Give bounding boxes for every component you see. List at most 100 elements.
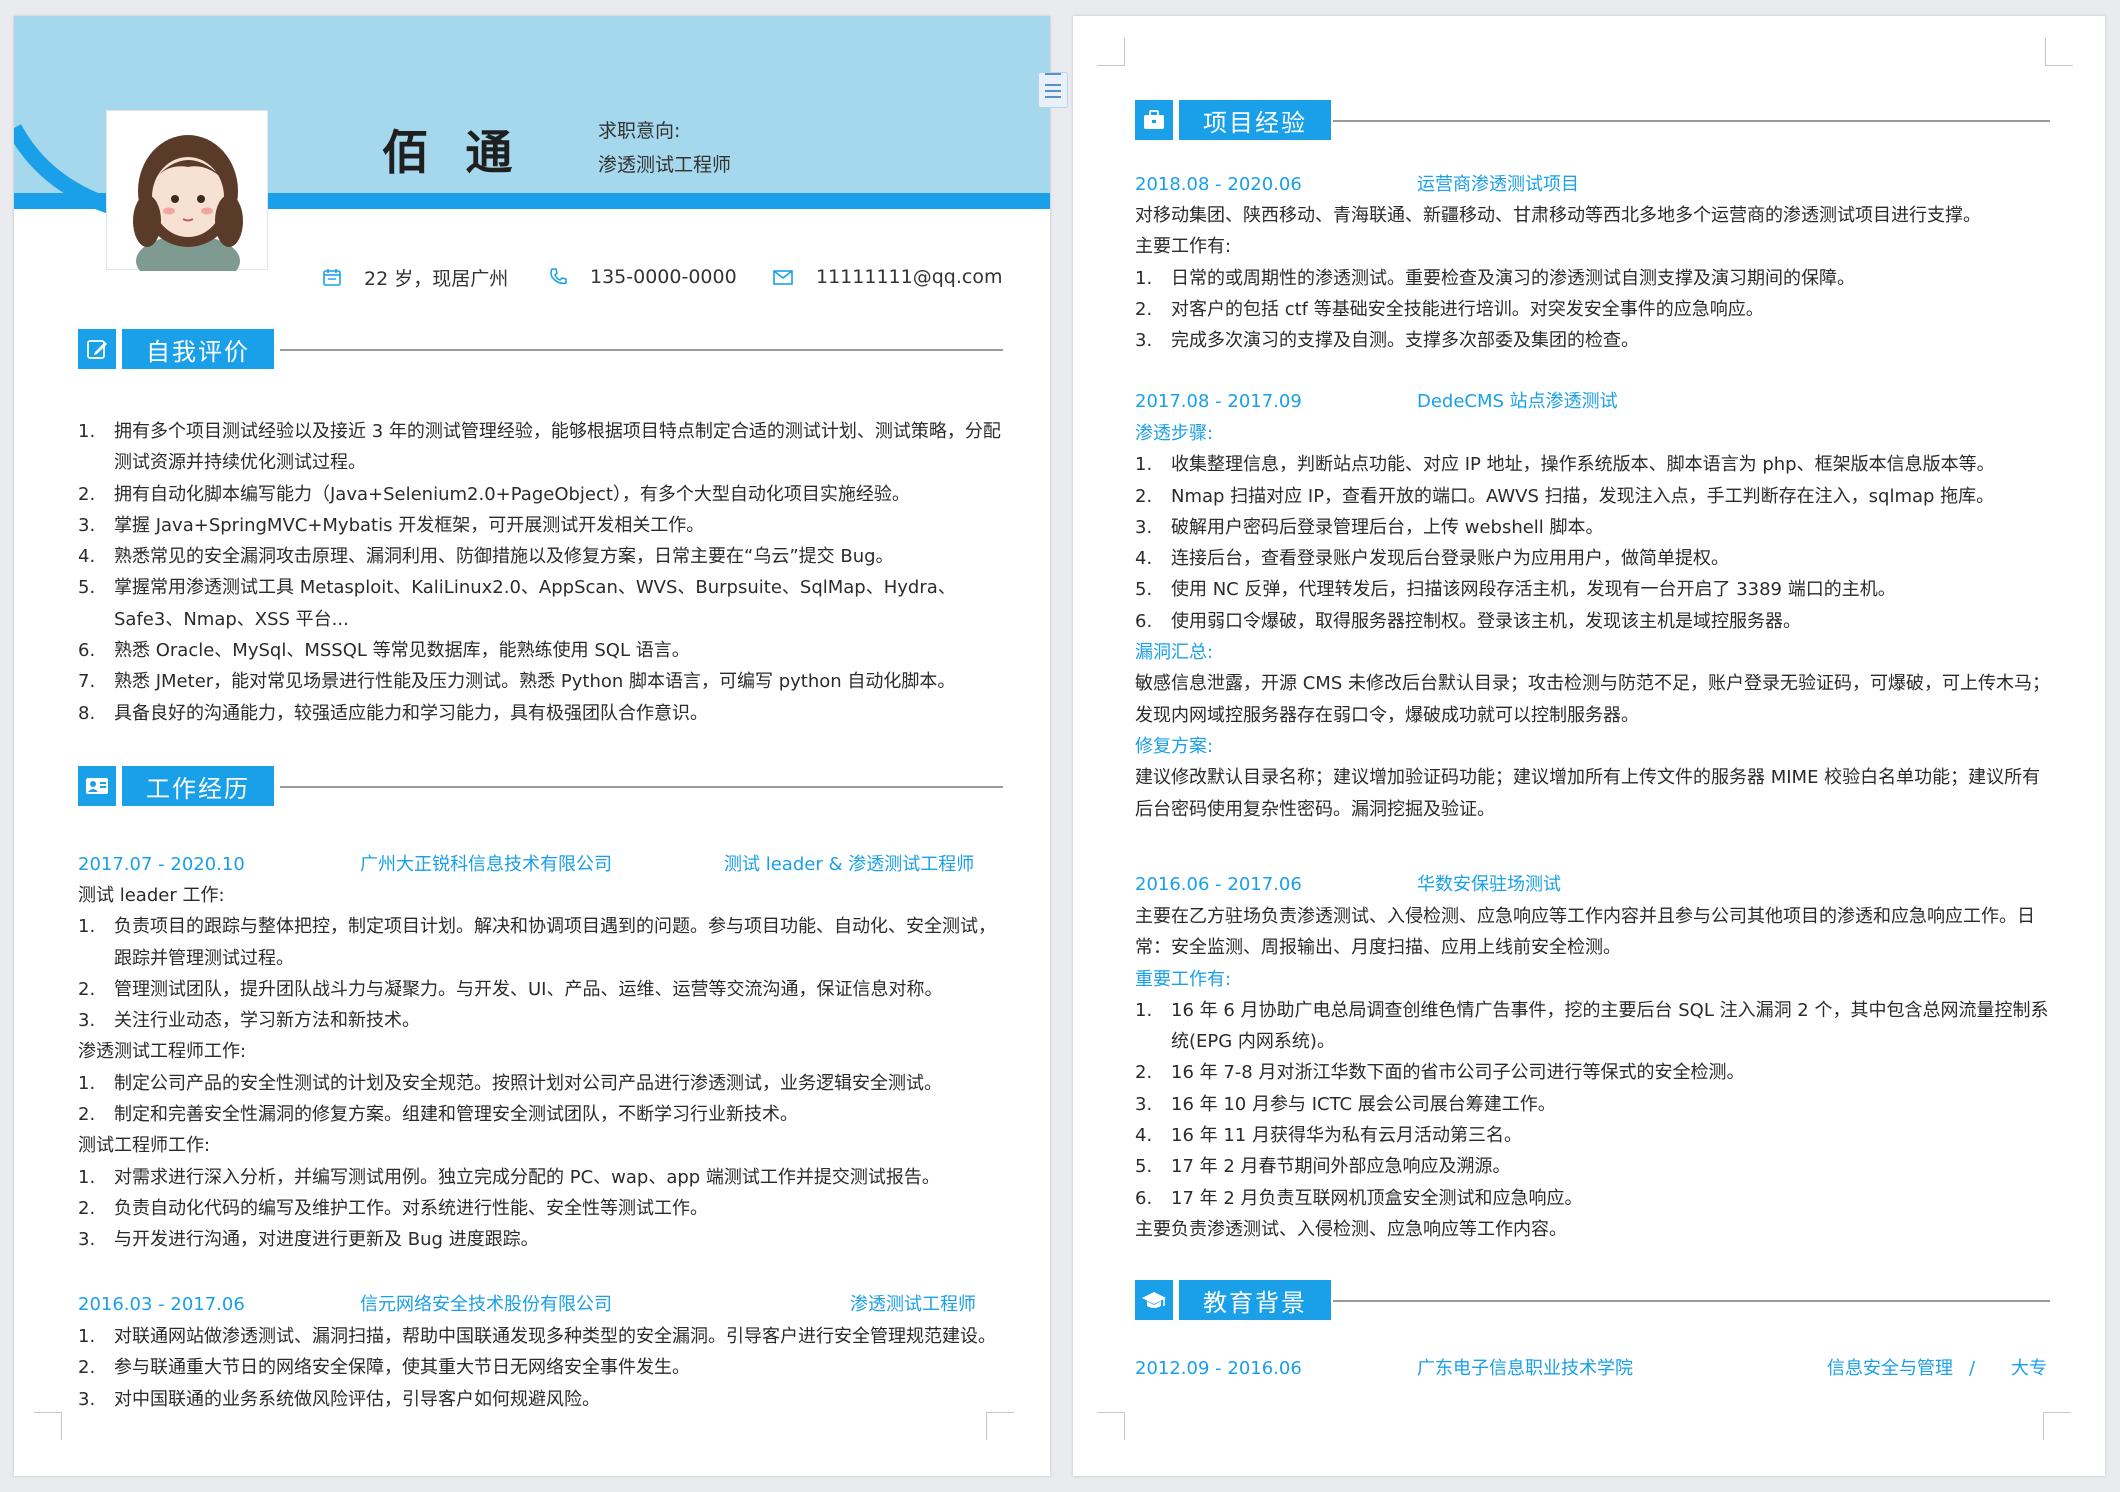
phone-text: 135-0000-0000 — [590, 266, 737, 288]
list-item: 2. 管理测试团队，提升团队战斗力与凝聚力。与开发、UI、产品、运维、运营等交流沟… — [78, 978, 943, 1000]
project1-name: 运营商渗透测试项目 — [1417, 174, 1579, 195]
project2-details: 渗透步骤: 1. 收集整理信息，判断站点功能、对应 IP 地址，操作系统版本、脚本… — [1135, 418, 2055, 825]
list-item: 1. 16 年 6 月协助广电总局调查创维色情广告事件，挖的主要后台 SQL 注入… — [1135, 999, 2049, 1053]
project3-name: 华数安保驻场测试 — [1417, 874, 1561, 895]
list-item: 4. 16 年 11 月获得华为私有云月活动第三名。 — [1135, 1125, 1522, 1147]
project3-details: 主要在乙方驻场负责渗透测试、入侵检测、应急响应等工作内容并且参与公司其他项目的渗… — [1135, 901, 2055, 1245]
id-card-icon — [86, 778, 108, 794]
list-item: 3. 关注行业动态，学习新方法和新技术。 — [78, 1010, 420, 1032]
section-rule — [1333, 120, 2050, 122]
list-item: 8. 具备良好的沟通能力，较强适应能力和学习能力，具有极强团队合作意识。 — [78, 702, 708, 724]
fix-label: 修复方案: — [1135, 735, 1214, 757]
group-list: 1. 负责项目的跟踪与整体把控，制定项目计划。解决和协调项目遇到的问题。参与项目功… — [78, 911, 1002, 1036]
steps-list: 1. 收集整理信息，判断站点功能、对应 IP 地址，操作系统版本、脚本语言为 ph… — [1135, 449, 2055, 637]
group-label: 测试 leader 工作: — [78, 885, 225, 906]
list-item: 3. 破解用户密码后登录管理后台，上传 webshell 脚本。 — [1135, 516, 1604, 538]
avatar — [106, 110, 268, 287]
edu-separator: / — [1969, 1358, 1976, 1379]
list-item: 2. 16 年 7-8 月对浙江华数下面的省市公司子公司进行等保式的安全检测。 — [1135, 1062, 1745, 1084]
job1-period: 2017.07 - 2020.10 — [78, 854, 245, 875]
group-list: 1. 16 年 6 月协助广电总局调查创维色情广告事件，挖的主要后台 SQL 注入… — [1135, 995, 2055, 1214]
section-icon-box — [1135, 1280, 1173, 1320]
group-list: 1. 对需求进行深入分析，并编写测试用例。独立完成分配的 PC、wap、app 端… — [78, 1162, 1002, 1256]
section-work: 工作经历 — [78, 766, 1003, 810]
job-intent-label: 求职意向: — [598, 120, 681, 142]
graduation-cap-icon — [1142, 1292, 1166, 1308]
vuln-label: 漏洞汇总: — [1135, 642, 1214, 664]
group-label: 主要工作有: — [1135, 236, 1232, 258]
briefcase-icon — [1144, 110, 1164, 129]
email-text: 11111111@qq.com — [816, 266, 1003, 288]
edu-period: 2012.09 - 2016.06 — [1135, 1358, 1302, 1379]
section-title: 工作经历 — [122, 766, 274, 806]
list-item: 3. 掌握 Java+SpringMVC+Mybatis 开发框架，可开展测试开发… — [78, 514, 705, 536]
list-item: 2. 负责自动化代码的编写及维护工作。对系统进行性能、安全性等测试工作。 — [78, 1197, 708, 1219]
project1-details: 对移动集团、陕西移动、青海联通、新疆移动、甘肃移动等西北多地多个运营商的渗透测试… — [1135, 200, 2053, 356]
list-item: 4. 连接后台，查看登录账户发现后台登录账户为应用用户，做简单提权。 — [1135, 548, 1729, 570]
info-phone: 135-0000-0000 — [548, 262, 737, 292]
group-label: 重要工作有: — [1135, 968, 1232, 990]
crop-mark — [1097, 1412, 1125, 1440]
avatar-illustration-icon — [133, 135, 243, 287]
crop-mark — [1097, 38, 1125, 66]
crop-mark — [34, 1412, 62, 1440]
list-item: 5. 掌握常用渗透测试工具 Metasploit、KaliLinux2.0、App… — [78, 577, 956, 630]
project-desc: 主要在乙方驻场负责渗透测试、入侵检测、应急响应等工作内容并且参与公司其他项目的渗… — [1135, 906, 2035, 959]
edu-degree: 大专 — [2011, 1358, 2047, 1379]
list-item: 1. 制定公司产品的安全性测试的计划及安全规范。按照计划对公司产品进行渗透测试，业… — [78, 1072, 942, 1094]
job2-period: 2016.03 - 2017.06 — [78, 1294, 245, 1315]
section-projects: 项目经验 — [1135, 100, 2050, 144]
list-item: 3. 16 年 10 月参与 ICTC 展会公司展台筹建工作。 — [1135, 1093, 1556, 1115]
resume-page-1: 佰 通 求职意向: 渗透测试工程师 22 岁，现居广州 135-0000-000… — [14, 16, 1050, 1476]
group-list: 1. 日常的或周期性的渗透测试。重要检查及演习的渗透测试自测支撑及演习期间的保障。… — [1135, 263, 2053, 357]
project3-period: 2016.06 - 2017.06 — [1135, 874, 1302, 895]
project-footer: 主要负责渗透测试、入侵检测、应急响应等工作内容。 — [1135, 1218, 1567, 1240]
list-item: 6. 使用弱口令爆破，取得服务器控制权。登录该主机，发现该主机是域控服务器。 — [1135, 610, 1801, 632]
list-item: 2. 拥有自动化脚本编写能力（Java+Selenium2.0+PageObjec… — [78, 483, 910, 505]
edu-school: 广东电子信息职业技术学院 — [1417, 1358, 1633, 1379]
job2-role: 渗透测试工程师 — [850, 1294, 976, 1315]
edu-major: 信息安全与管理 — [1827, 1358, 1953, 1379]
job1-company: 广州大正锐科信息技术有限公司 — [360, 854, 612, 875]
list-item: 3. 与开发进行沟通，对进度进行更新及 Bug 进度跟踪。 — [78, 1229, 539, 1251]
self-eval-list: 1. 拥有多个项目测试经验以及接近 3 年的测试管理经验，能够根据项目特点制定合适… — [78, 416, 1002, 729]
list-item: 2. Nmap 扫描对应 IP，查看开放的端口。AWVS 扫描，发现注入点，手工判… — [1135, 485, 1995, 507]
steps-label: 渗透步骤: — [1135, 423, 1214, 444]
section-title: 自我评价 — [122, 329, 274, 369]
section-rule — [280, 786, 1003, 788]
section-title: 教育背景 — [1179, 1280, 1331, 1320]
section-icon-box — [1135, 100, 1173, 140]
vuln-text: 敏感信息泄露，开源 CMS 未修改后台默认目录；攻击检测与防范不足，账户登录无验… — [1135, 673, 2050, 726]
job1-role: 测试 leader & 渗透测试工程师 — [724, 854, 975, 875]
list-item: 7. 熟悉 JMeter，能对常见场景进行性能及压力测试。熟悉 Python 脚本… — [78, 671, 956, 693]
job1-details: 测试 leader 工作: 1. 负责项目的跟踪与整体把控，制定项目计划。解决和协… — [78, 880, 1002, 1256]
job2-company: 信元网络安全技术股份有限公司 — [360, 1294, 612, 1315]
section-icon-box — [78, 766, 116, 806]
project2-period: 2017.08 - 2017.09 — [1135, 391, 1302, 412]
section-rule — [1333, 1300, 2050, 1302]
section-title: 项目经验 — [1179, 100, 1331, 140]
list-item: 4. 熟悉常见的安全漏洞攻击原理、漏洞利用、防御措施以及修复方案，日常主要在“乌云… — [78, 546, 894, 568]
age-location-text: 22 岁，现居广州 — [364, 267, 509, 290]
project2-name: DedeCMS 站点渗透测试 — [1417, 391, 1618, 412]
list-item: 1. 拥有多个项目测试经验以及接近 3 年的测试管理经验，能够根据项目特点制定合适… — [78, 421, 1001, 474]
list-item: 3. 对中国联通的业务系统做风险评估，引导客户如何规避风险。 — [78, 1388, 600, 1410]
info-email: 11111111@qq.com — [772, 262, 1002, 292]
document-outline-button[interactable] — [1038, 72, 1068, 108]
list-item: 2. 制定和完善安全性漏洞的修复方案。组建和管理安全测试团队，不断学习行业新技术。 — [78, 1104, 798, 1126]
resume-page-2: 项目经验 2018.08 - 2020.06 运营商渗透测试项目 对移动集团、陕… — [1073, 16, 2105, 1476]
section-education: 教育背景 — [1135, 1280, 2050, 1324]
crop-mark — [2045, 38, 2073, 66]
group-label: 测试工程师工作: — [78, 1135, 211, 1157]
crop-mark — [2043, 1412, 2071, 1440]
project-desc: 对移动集团、陕西移动、青海联通、新疆移动、甘肃移动等西北多地多个运营商的渗透测试… — [1135, 205, 1981, 226]
list-item: 1. 对需求进行深入分析，并编写测试用例。独立完成分配的 PC、wap、app 端… — [78, 1166, 940, 1188]
section-rule — [280, 349, 1003, 351]
info-age-location: 22 岁，现居广州 — [322, 262, 508, 292]
calendar-icon — [323, 269, 341, 286]
group-label: 渗透测试工程师工作: — [78, 1041, 247, 1063]
list-item: 6. 熟悉 Oracle、MySql、MSSQL 等常见数据库，能熟练使用 SQL… — [78, 640, 690, 662]
list-item: 3. 完成多次演习的支撑及自测。支撑多次部委及集团的检查。 — [1135, 330, 1639, 352]
list-item: 1. 负责项目的跟踪与整体把控，制定项目计划。解决和协调项目遇到的问题。参与项目功… — [78, 916, 996, 969]
section-icon-box — [78, 329, 116, 369]
